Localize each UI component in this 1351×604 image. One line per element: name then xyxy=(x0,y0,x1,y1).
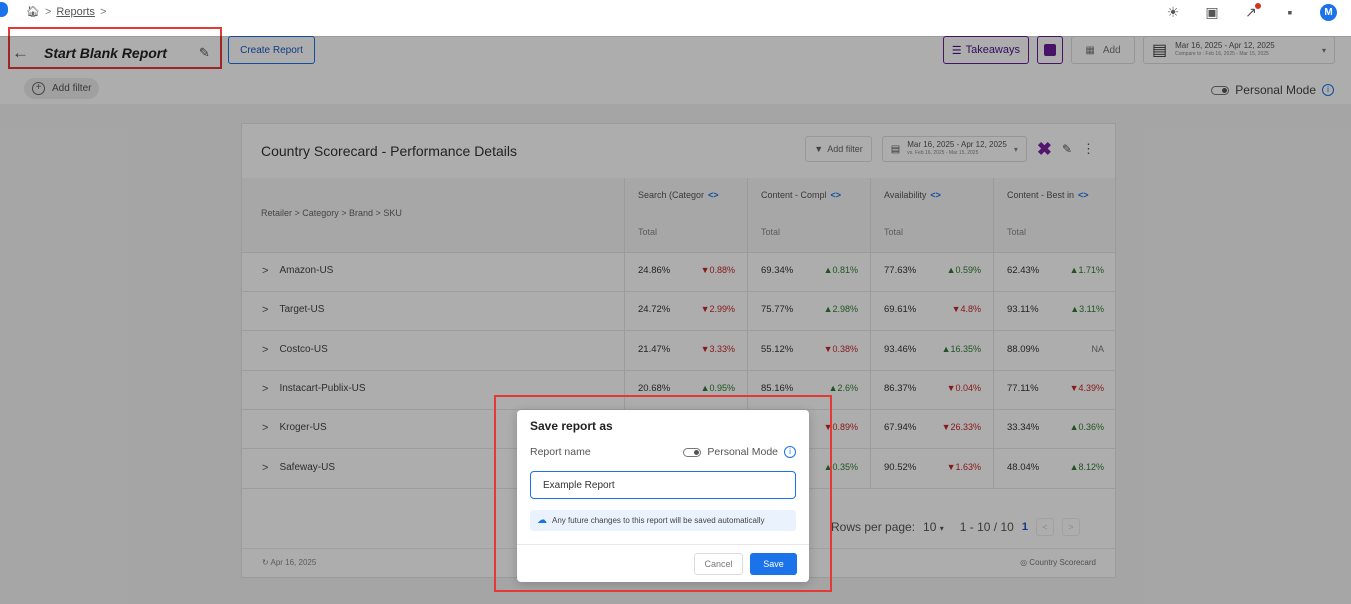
highlight-box-dialog xyxy=(494,395,832,592)
home-icon[interactable]: 🏠︎ xyxy=(26,5,40,18)
avatar[interactable]: M xyxy=(1320,3,1337,21)
breadcrumb: 🏠︎ > Reports > xyxy=(26,5,107,19)
notification-badge xyxy=(1254,2,1262,10)
chevron-right-icon: > xyxy=(44,5,52,18)
feedback-icon[interactable]: ▪ xyxy=(1281,3,1299,21)
rocket-icon[interactable]: ↗ xyxy=(1242,2,1262,21)
chevron-right-icon: > xyxy=(99,5,107,18)
lightbulb-icon[interactable]: ☀ xyxy=(1164,3,1182,21)
download-icon[interactable]: ▣ xyxy=(1203,3,1221,21)
sidebar-toggle[interactable] xyxy=(0,2,8,17)
top-icons: ☀ ▣ ↗ ▪ M xyxy=(1164,2,1337,21)
breadcrumb-reports[interactable]: Reports xyxy=(56,6,95,18)
